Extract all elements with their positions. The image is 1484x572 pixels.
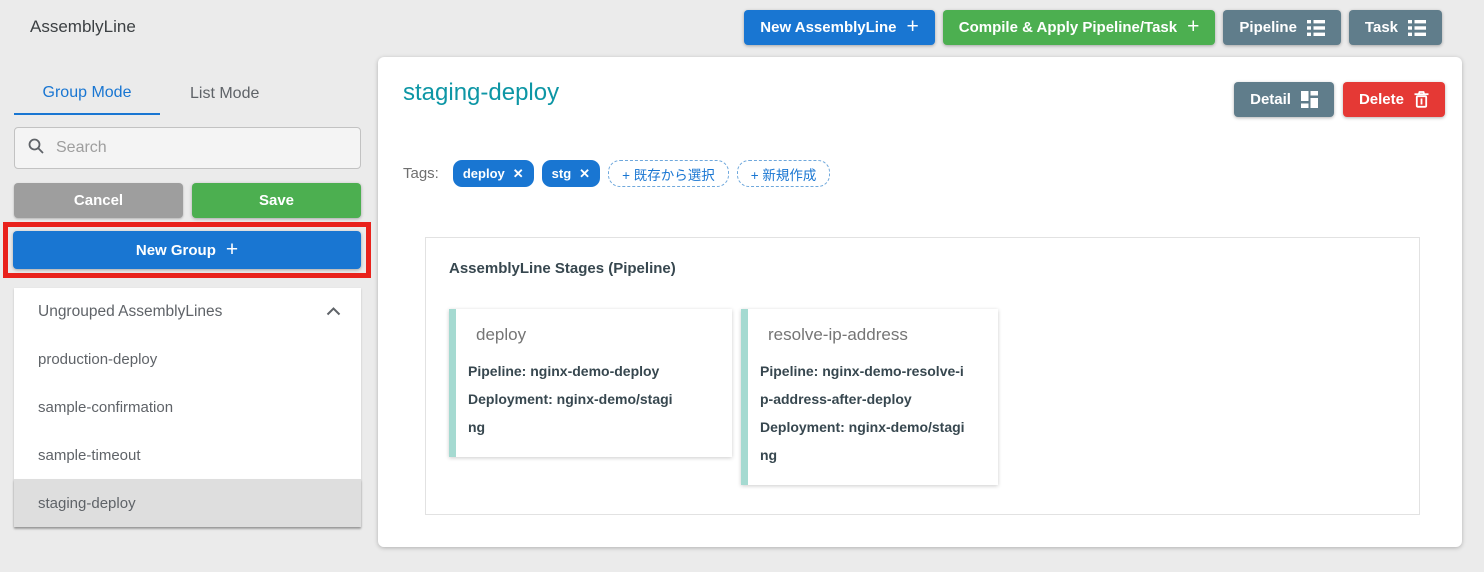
sidebar-tabs: Group Mode List Mode	[14, 73, 275, 115]
task-button[interactable]: Task	[1348, 10, 1442, 45]
chevron-up-icon	[326, 303, 341, 321]
group-header-label: Ungrouped AssemblyLines	[38, 302, 223, 320]
tab-list-mode[interactable]: List Mode	[174, 73, 275, 115]
tags-row: Tags: deploy ✕ stg ✕ + 既存から選択 + 新規作成	[403, 160, 831, 187]
stage-pipeline: Pipeline: nginx-demo-deploy	[468, 363, 660, 379]
plus-icon: +	[225, 237, 239, 261]
stage-pipeline: Pipeline: nginx-demo-resolve-ip-address-…	[760, 363, 964, 407]
stage-deployment: Deployment: nginx-demo/staging	[760, 419, 965, 463]
page-title: staging-deploy	[403, 79, 560, 106]
compile-apply-label: Compile & Apply Pipeline/Task	[958, 19, 1178, 36]
stage-name: deploy	[476, 325, 527, 344]
annotation-highlight: New Group +	[3, 222, 371, 278]
close-icon[interactable]: ✕	[513, 166, 524, 182]
task-label: Task	[1364, 19, 1398, 36]
list-item-selected[interactable]: staging-deploy	[14, 479, 361, 527]
new-assemblyline-button[interactable]: New AssemblyLine +	[744, 10, 935, 45]
close-icon[interactable]: ✕	[579, 166, 590, 182]
add-new-tag-button[interactable]: + 新規作成	[736, 160, 831, 187]
list-item[interactable]: sample-timeout	[14, 431, 361, 479]
assemblyline-list: Ungrouped AssemblyLines production-deplo…	[14, 288, 361, 527]
list-item[interactable]: production-deploy	[14, 335, 361, 383]
stages-container: AssemblyLine Stages (Pipeline) deploy Pi…	[425, 237, 1420, 515]
save-button[interactable]: Save	[192, 183, 361, 218]
cancel-button[interactable]: Cancel	[14, 183, 183, 218]
stage-cards: deploy Pipeline: nginx-demo-deploy Deplo…	[449, 309, 998, 485]
group-edit-actions: Cancel Save	[14, 183, 361, 218]
panel-actions: Detail Delete	[1234, 82, 1445, 117]
tags-label: Tags:	[403, 165, 439, 182]
tag-chip-stg[interactable]: stg ✕	[541, 160, 601, 187]
app-title: AssemblyLine	[30, 17, 136, 36]
tag-chip-deploy[interactable]: deploy ✕	[452, 160, 534, 187]
new-group-label: New Group	[135, 241, 216, 259]
plus-icon: +	[906, 15, 919, 38]
delete-button[interactable]: Delete	[1342, 82, 1445, 117]
tag-label: stg	[551, 166, 572, 181]
stage-card-resolve-ip-address[interactable]: resolve-ip-address Pipeline: nginx-demo-…	[741, 309, 998, 485]
stages-header: AssemblyLine Stages (Pipeline)	[449, 260, 676, 277]
new-group-button[interactable]: New Group +	[13, 231, 361, 269]
list-icon	[1306, 19, 1325, 36]
stage-card-deploy[interactable]: deploy Pipeline: nginx-demo-deploy Deplo…	[449, 309, 732, 457]
search-input[interactable]	[56, 139, 348, 157]
add-tag-from-existing-button[interactable]: + 既存から選択	[608, 160, 729, 187]
delete-label: Delete	[1358, 91, 1404, 108]
top-toolbar: New AssemblyLine + Compile & Apply Pipel…	[744, 10, 1442, 45]
ungrouped-group-header[interactable]: Ungrouped AssemblyLines	[14, 288, 361, 335]
list-icon	[1408, 19, 1426, 36]
dashboard-icon	[1300, 91, 1318, 108]
new-assemblyline-label: New AssemblyLine	[760, 19, 897, 36]
pipeline-label: Pipeline	[1239, 19, 1297, 36]
list-item[interactable]: sample-confirmation	[14, 383, 361, 431]
plus-icon: +	[1187, 15, 1200, 38]
detail-label: Detail	[1250, 91, 1291, 108]
stage-deployment: Deployment: nginx-demo/staging	[468, 391, 673, 435]
trash-icon	[1414, 91, 1429, 108]
detail-panel: staging-deploy Detail Delete Tags: deplo…	[378, 57, 1462, 547]
detail-button[interactable]: Detail	[1234, 82, 1334, 117]
search-box	[14, 127, 361, 169]
compile-apply-button[interactable]: Compile & Apply Pipeline/Task +	[942, 10, 1216, 45]
app-window: AssemblyLine New AssemblyLine + Compile …	[0, 0, 1484, 572]
pipeline-button[interactable]: Pipeline	[1223, 10, 1341, 45]
search-icon	[27, 137, 45, 160]
tag-label: deploy	[462, 166, 505, 181]
stage-name: resolve-ip-address	[768, 325, 908, 344]
tab-group-mode[interactable]: Group Mode	[14, 73, 160, 115]
